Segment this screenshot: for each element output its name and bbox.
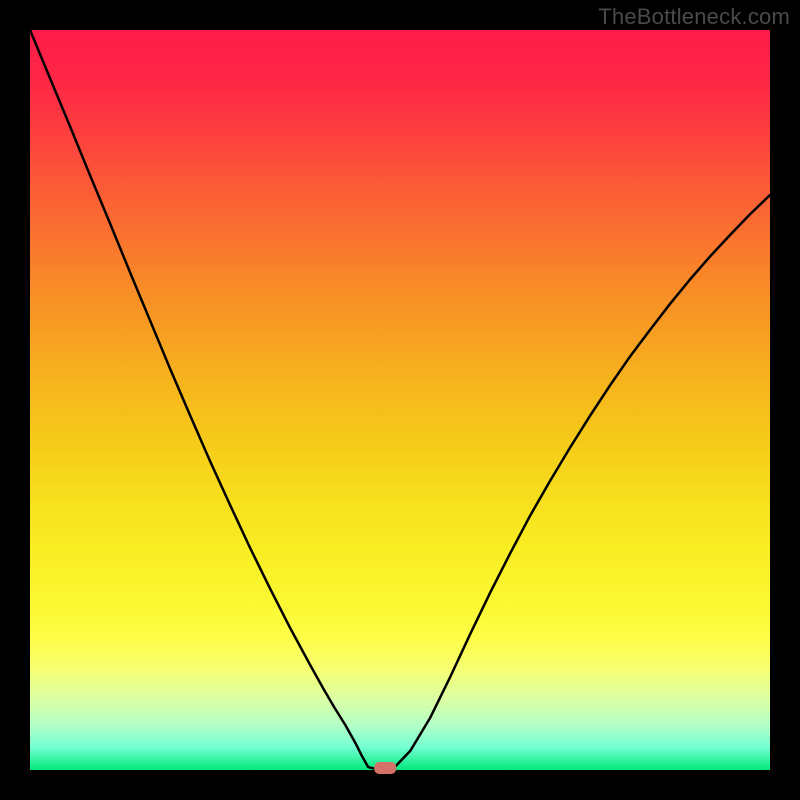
chart-frame: TheBottleneck.com — [0, 0, 800, 800]
optimal-marker — [374, 762, 396, 774]
chart-svg — [0, 0, 800, 800]
plot-background — [30, 30, 770, 770]
watermark-text: TheBottleneck.com — [598, 4, 790, 30]
